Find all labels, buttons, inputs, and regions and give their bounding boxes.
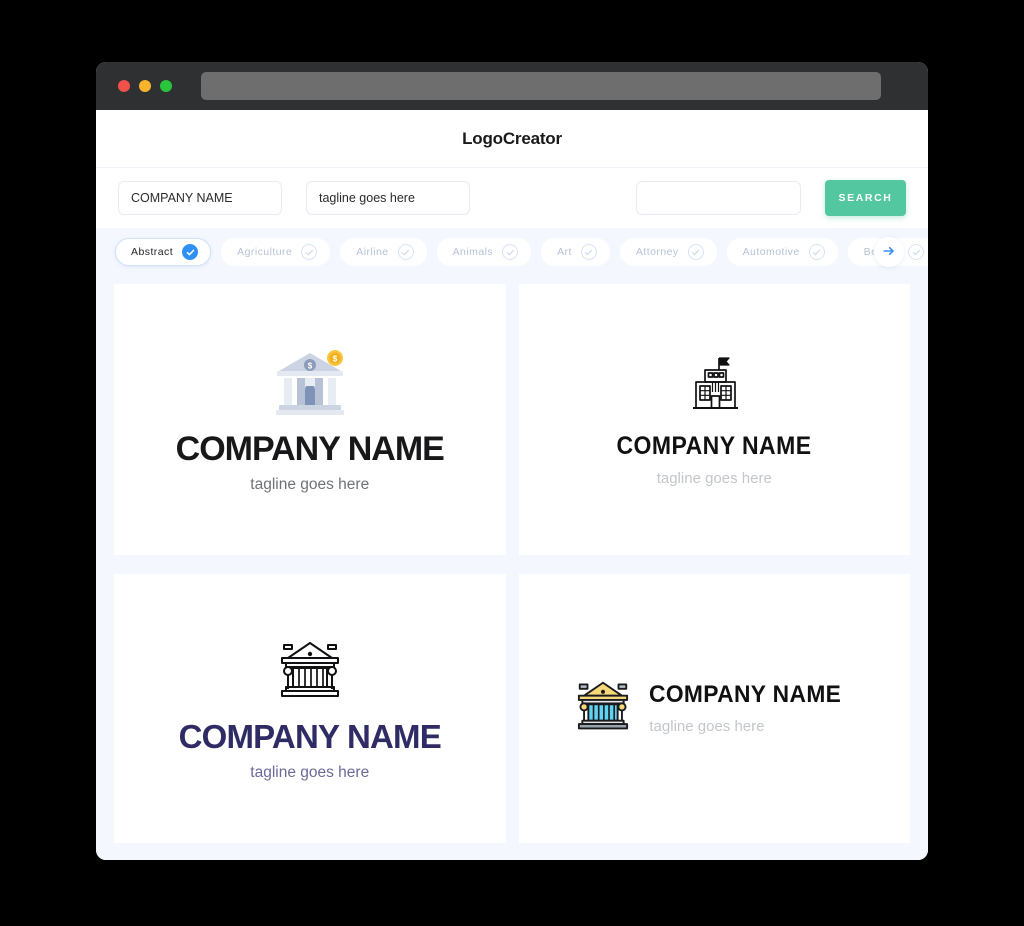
tagline-input[interactable] — [306, 181, 470, 215]
tab-label: Art — [557, 246, 572, 258]
check-icon — [687, 244, 704, 260]
check-icon — [301, 244, 318, 260]
bank-building-coin-icon: $ $ — [271, 347, 349, 422]
logo-preview: COMPANY NAME tagline goes here — [572, 675, 856, 742]
next-categories-button[interactable] — [874, 237, 904, 267]
tab-automotive[interactable]: Automotive — [726, 238, 838, 266]
browser-window: LogoCreator SEARCH Abstract Agriculture … — [96, 62, 928, 860]
logo-title: COMPANY NAME — [616, 431, 812, 460]
logo-title: COMPANY NAME — [175, 429, 445, 468]
check-icon — [808, 244, 825, 260]
tab-label: Attorney — [635, 246, 679, 258]
logo-tagline: tagline goes here — [649, 717, 765, 735]
logo-card[interactable]: COMPANY NAME tagline goes here — [114, 574, 506, 843]
tab-label: Animals — [452, 246, 494, 258]
logo-title: COMPANY NAME — [649, 681, 842, 709]
logo-tagline: tagline goes here — [250, 763, 370, 781]
logo-preview: COMPANY NAME tagline goes here — [178, 637, 442, 781]
logo-results-grid: $ $ COMPANY NAME tagline goes here COMPA… — [96, 276, 928, 860]
category-tabs: Abstract Agriculture Airline Animals Art — [96, 228, 928, 276]
app-header: LogoCreator — [96, 110, 928, 168]
government-building-flag-icon — [683, 354, 745, 421]
address-bar[interactable] — [201, 72, 881, 100]
minimize-button[interactable] — [139, 80, 151, 92]
logo-card[interactable]: $ $ COMPANY NAME tagline goes here — [114, 284, 506, 555]
logo-preview: $ $ COMPANY NAME tagline goes here — [175, 347, 445, 493]
svg-text:$: $ — [308, 361, 313, 370]
company-name-input[interactable] — [118, 181, 282, 215]
tab-label: Automotive — [742, 246, 800, 258]
tab-agriculture[interactable]: Agriculture — [221, 238, 331, 266]
tab-label: Airline — [356, 246, 389, 258]
svg-text:$: $ — [333, 354, 338, 363]
check-icon — [580, 244, 597, 260]
tab-art[interactable]: Art — [541, 238, 610, 266]
courthouse-outline-icon — [274, 637, 346, 708]
tab-airline[interactable]: Airline — [340, 238, 427, 266]
logo-preview: COMPANY NAME tagline goes here — [608, 354, 820, 486]
check-icon — [397, 244, 414, 260]
logo-title: COMPANY NAME — [178, 717, 442, 755]
check-icon — [908, 244, 925, 260]
logo-tagline: tagline goes here — [656, 469, 772, 487]
tab-attorney[interactable]: Attorney — [619, 238, 717, 266]
tab-abstract[interactable]: Abstract — [115, 238, 212, 266]
maximize-button[interactable] — [160, 80, 172, 92]
tab-animals[interactable]: Animals — [436, 238, 532, 266]
logo-card[interactable]: COMPANY NAME tagline goes here — [518, 574, 910, 843]
page-title: LogoCreator — [462, 128, 562, 148]
search-toolbar: SEARCH — [96, 168, 928, 228]
check-icon — [182, 244, 199, 260]
keyword-input[interactable] — [636, 181, 801, 215]
logo-tagline: tagline goes here — [250, 475, 370, 493]
logo-card[interactable]: COMPANY NAME tagline goes here — [518, 284, 910, 555]
close-button[interactable] — [118, 80, 130, 92]
window-titlebar — [96, 62, 928, 110]
search-button[interactable]: SEARCH — [825, 180, 906, 216]
tab-label: Agriculture — [237, 246, 293, 258]
check-icon — [502, 244, 519, 260]
courthouse-color-icon — [572, 675, 634, 742]
window-controls — [118, 80, 172, 92]
arrow-right-icon — [882, 244, 896, 261]
tab-label: Abstract — [131, 246, 174, 258]
